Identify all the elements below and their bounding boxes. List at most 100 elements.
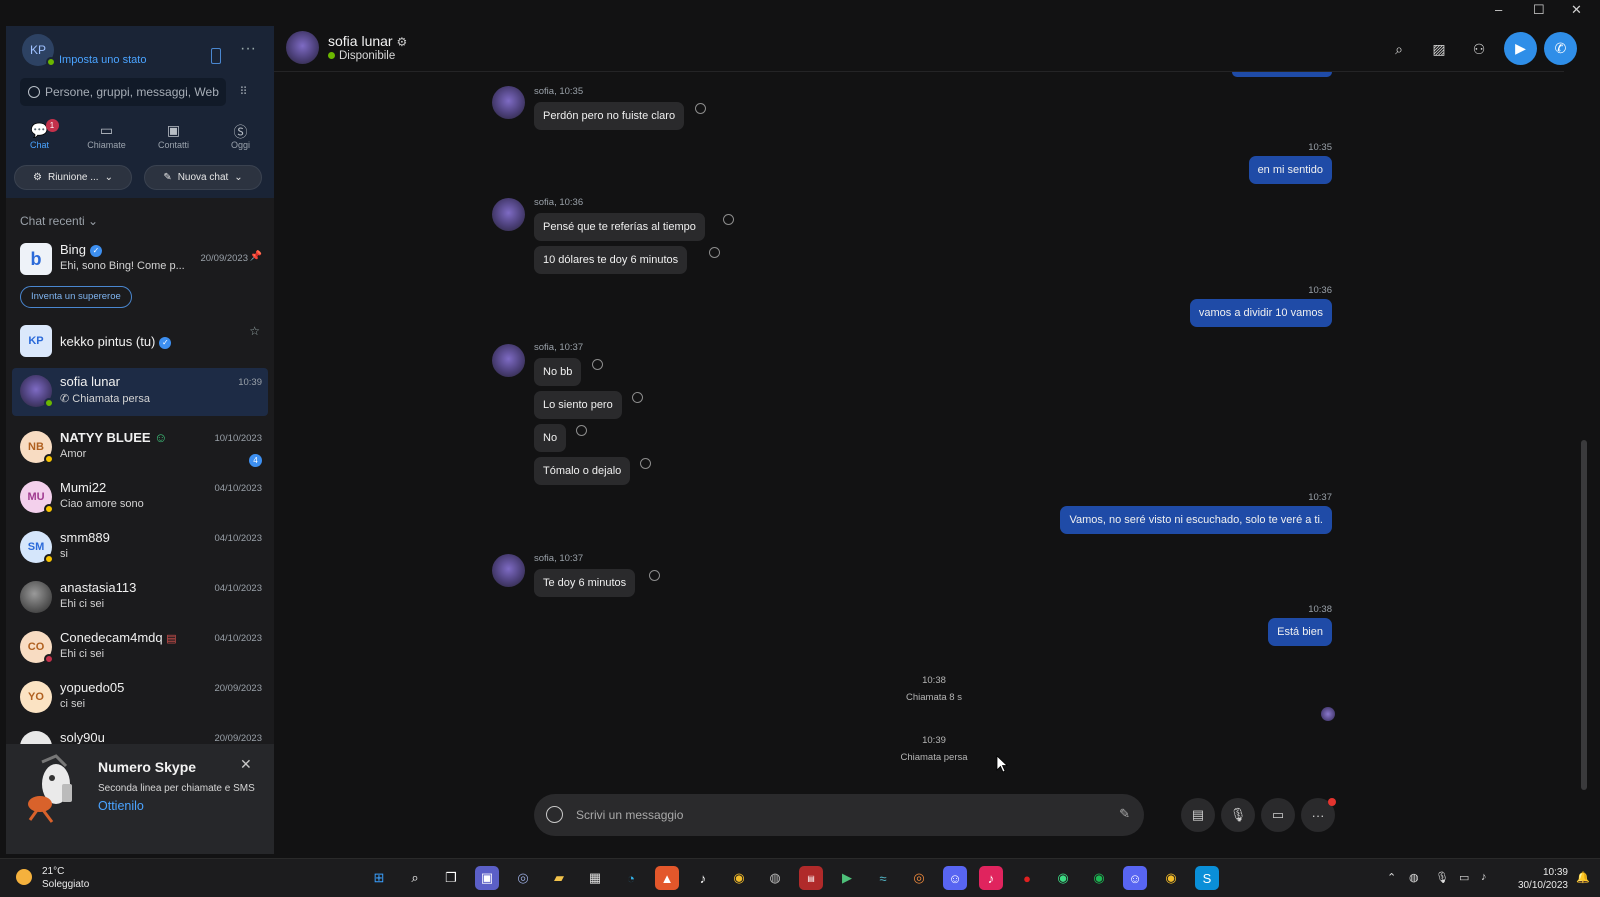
windows-start-icon[interactable]: ⊞ xyxy=(367,866,391,890)
react-emoji-icon[interactable] xyxy=(632,392,643,403)
message-bubble-outgoing[interactable]: Vamos, no seré visto ni escuchado, solo … xyxy=(1060,506,1332,534)
notification-bell-icon[interactable]: 🔔 xyxy=(1576,871,1590,884)
star-icon[interactable]: ☆ xyxy=(249,324,260,338)
tab-contacts[interactable]: ▣ Contatti xyxy=(143,122,205,156)
pin-icon[interactable]: 📌 xyxy=(250,251,262,262)
tab-today[interactable]: Ⓢ Oggi xyxy=(210,122,272,156)
contact-card-button[interactable]: ▭ xyxy=(1261,798,1295,832)
file-explorer-icon[interactable]: ▰ xyxy=(547,866,571,890)
search-icon[interactable]: ⌕ xyxy=(403,866,427,890)
mobile-icon[interactable] xyxy=(211,48,221,64)
meeting-button[interactable]: ⚙ Riunione ... ⌄ xyxy=(14,165,132,190)
chat-item-bing[interactable]: b Bing ✓ Ehi, sono Bing! Come p... 20/09/… xyxy=(12,236,268,284)
discord-icon[interactable]: ☺ xyxy=(1123,866,1147,890)
audio-call-button[interactable]: ✆ xyxy=(1544,32,1577,65)
task-view-icon[interactable]: ❐ xyxy=(439,866,463,890)
set-status-link[interactable]: Imposta uno stato xyxy=(59,54,146,66)
message-bubble-incoming[interactable]: No bb xyxy=(534,358,582,386)
chat-item-self[interactable]: KP kekko pintus (tu) ✓ ☆ xyxy=(12,318,268,366)
react-emoji-icon[interactable] xyxy=(649,570,660,581)
weather-widget[interactable]: 21°C Soleggiato xyxy=(16,865,89,891)
spotify-icon[interactable]: ◉ xyxy=(1087,866,1111,890)
app-icon[interactable]: ◉ xyxy=(1051,866,1075,890)
app-icon[interactable]: ◍ xyxy=(763,866,787,890)
sender-avatar xyxy=(492,344,525,377)
add-people-icon[interactable]: ⚇ xyxy=(1464,34,1494,64)
store-icon[interactable]: ▦ xyxy=(583,866,607,890)
chat-item-anastasia113[interactable]: anastasia113 Ehi ci sei 04/10/2023 xyxy=(12,574,268,622)
edge-icon[interactable]: ◔ xyxy=(619,866,643,890)
close-window-button[interactable]: ✕ xyxy=(1571,2,1582,18)
avatar xyxy=(20,731,52,744)
skype-icon[interactable]: S xyxy=(1195,866,1219,890)
message-bubble-incoming[interactable]: Tómalo o dejalo xyxy=(534,457,631,485)
gear-icon[interactable]: ⚙ xyxy=(396,35,407,49)
message-bubble-outgoing[interactable]: Está bien xyxy=(1268,618,1332,646)
message-bubble-incoming[interactable]: No xyxy=(534,424,567,452)
dialpad-button[interactable]: ⠿ xyxy=(230,78,256,106)
app-icon[interactable]: ◎ xyxy=(511,866,535,890)
message-bubble-incoming[interactable]: Te doy 6 minutos xyxy=(534,569,636,597)
chevron-up-icon[interactable]: ⌃ xyxy=(1387,871,1396,884)
chat-item-sofia-lunar[interactable]: sofia lunar ✆ Chiamata persa 10:39 xyxy=(12,368,268,416)
tab-chat[interactable]: 💬 1 Chat xyxy=(9,119,71,156)
gallery-icon[interactable]: ▨ xyxy=(1424,34,1454,64)
chrome-icon[interactable]: ◉ xyxy=(1159,866,1183,890)
tab-calls[interactable]: ▭ Chiamate xyxy=(76,122,138,156)
message-bubble-incoming[interactable]: Pensé que te referías al tiempo xyxy=(534,213,705,241)
chrome-icon[interactable]: ◉ xyxy=(727,866,751,890)
app-icon[interactable]: ● xyxy=(1015,866,1039,890)
recent-chats-header[interactable]: Chat recenti ⌄ xyxy=(20,214,98,228)
video-call-button[interactable]: ▶ xyxy=(1504,32,1537,65)
app-icon[interactable]: ◎ xyxy=(907,866,931,890)
react-emoji-icon[interactable] xyxy=(640,458,651,469)
message-bubble-incoming[interactable]: Perdón pero no fuiste claro xyxy=(534,102,685,130)
chat-item-smm889[interactable]: SM smm889 si 04/10/2023 xyxy=(12,524,268,572)
voicemeeter-icon[interactable]: ▤ xyxy=(799,866,823,890)
chat-item-natyy-bluee[interactable]: NB NATYY BLUEE ☺ Amor 10/10/2023 4 xyxy=(12,424,268,472)
contact-avatar[interactable] xyxy=(286,31,319,64)
react-emoji-icon[interactable] xyxy=(695,103,706,114)
react-emoji-icon[interactable] xyxy=(592,359,603,370)
network-icon[interactable]: ▭ xyxy=(1459,871,1469,884)
search-box[interactable]: Persone, gruppi, messaggi, Web xyxy=(20,78,226,106)
chat-item-soly90u[interactable]: soly90u 20/09/2023 xyxy=(12,724,268,744)
app-icon[interactable]: ▲ xyxy=(655,866,679,890)
volume-icon[interactable]: ♪ xyxy=(1481,871,1487,883)
attach-file-button[interactable]: ▤ xyxy=(1181,798,1215,832)
new-chat-button[interactable]: ✎ Nuova chat ⌄ xyxy=(144,165,262,190)
scrollbar[interactable] xyxy=(1581,440,1587,790)
message-bubble-incoming[interactable]: 10 dólares te doy 6 minutos xyxy=(534,246,688,274)
close-icon[interactable]: ✕ xyxy=(240,756,252,773)
app-icon[interactable]: ▶ xyxy=(835,866,859,890)
react-emoji-icon[interactable] xyxy=(723,214,734,225)
contact-name[interactable]: sofia lunar ⚙ xyxy=(328,33,407,49)
app-tray-icon[interactable]: ◍ xyxy=(1409,871,1419,884)
react-emoji-icon[interactable] xyxy=(576,425,587,436)
maximize-button[interactable]: ☐ xyxy=(1533,2,1545,18)
microphone-icon[interactable]: 🎙 xyxy=(1435,871,1449,884)
react-emoji-icon[interactable] xyxy=(709,247,720,258)
emoji-icon[interactable] xyxy=(546,806,563,823)
chat-item-conedecam4mdq[interactable]: CO Conedecam4mdq ▤ Ehi ci sei 04/10/2023 xyxy=(12,624,268,672)
promo-get-link[interactable]: Ottienilo xyxy=(98,799,144,813)
chat-item-mumi22[interactable]: MU Mumi22 Ciao amore sono 04/10/2023 xyxy=(12,474,268,522)
voice-message-button[interactable]: 🎙 xyxy=(1221,798,1255,832)
teams-icon[interactable]: ▣ xyxy=(475,866,499,890)
message-bubble-incoming[interactable]: Lo siento pero xyxy=(534,391,622,419)
suggestion-chip[interactable]: Inventa un supereroe xyxy=(20,286,132,308)
search-icon[interactable]: ⌕ xyxy=(1384,34,1414,64)
message-bubble-outgoing[interactable]: en mi sentido xyxy=(1248,156,1332,184)
minimize-button[interactable]: – xyxy=(1495,2,1502,17)
message-input[interactable] xyxy=(576,804,1076,826)
app-icon[interactable]: ≈ xyxy=(871,866,895,890)
system-clock[interactable]: 10:39 30/10/2023 xyxy=(1518,866,1568,892)
pen-icon[interactable]: ✎ xyxy=(1119,806,1130,822)
tiktok-icon[interactable]: ♪ xyxy=(691,866,715,890)
chat-item-yopuedo05[interactable]: YO yopuedo05 ci sei 20/09/2023 xyxy=(12,674,268,722)
more-options-button[interactable]: ··· xyxy=(240,40,256,58)
tiktok-icon[interactable]: ♪ xyxy=(979,866,1003,890)
message-bubble-outgoing[interactable]: vamos a dividir 10 vamos xyxy=(1189,299,1332,327)
message-composer: ✎ xyxy=(534,794,1144,836)
discord-icon[interactable]: ☺ xyxy=(943,866,967,890)
